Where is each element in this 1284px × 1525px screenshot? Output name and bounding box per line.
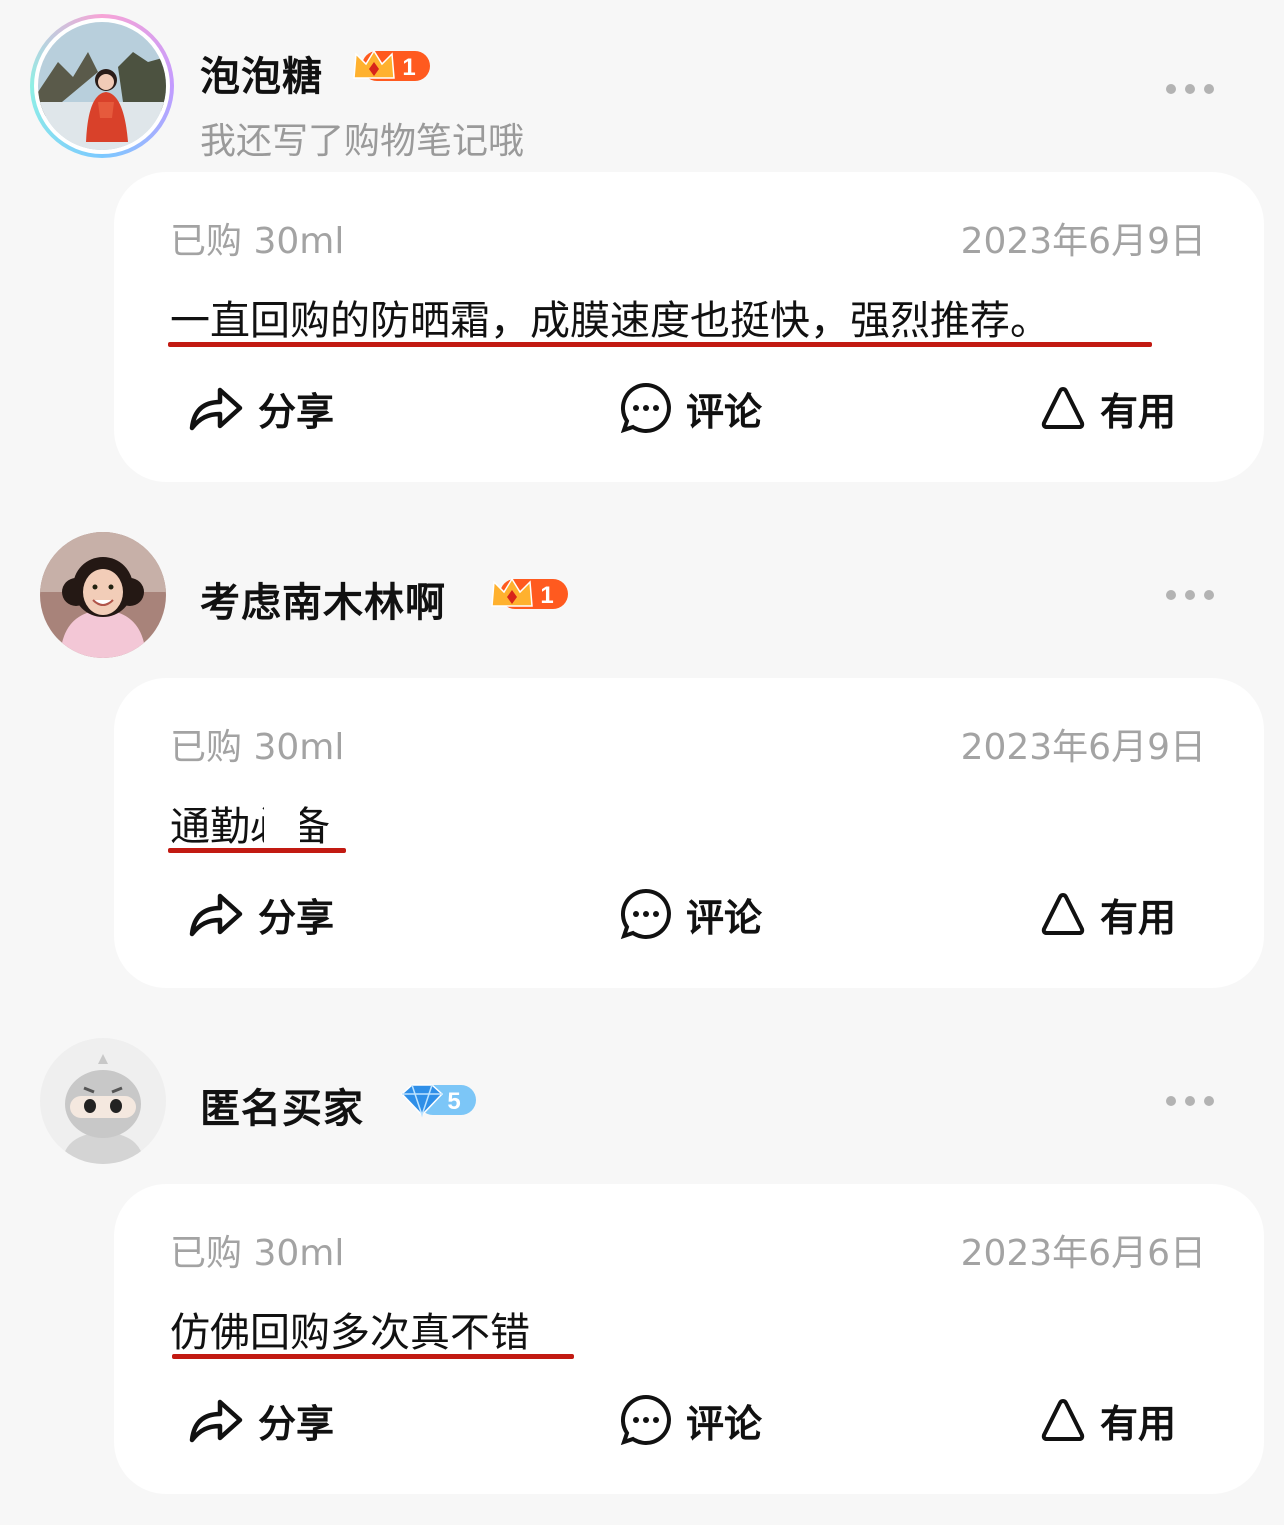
share-button[interactable]: 分享 (188, 1394, 334, 1446)
share-arrow-icon (189, 1399, 243, 1443)
diamond-level-badge: 5 (400, 1084, 476, 1118)
comment-bubble-icon (620, 1394, 671, 1446)
comment-button[interactable]: 评论 (620, 888, 762, 940)
comment-label: 评论 (686, 895, 763, 940)
badge-level: 1 (402, 54, 415, 81)
content-underline (168, 342, 1152, 347)
purchase-spec: 已购 30ml (170, 221, 345, 262)
redaction-mask (264, 796, 300, 848)
share-button[interactable]: 分享 (188, 382, 334, 434)
badge-level: 5 (447, 1088, 460, 1115)
purchase-spec: 已购 30ml (170, 1233, 345, 1274)
share-label: 分享 (258, 895, 335, 940)
username[interactable]: 泡泡糖 (200, 44, 323, 102)
share-button[interactable]: 分享 (188, 888, 334, 940)
username[interactable]: 匿名买家 (200, 1076, 364, 1134)
review-card: 已购 30ml 2023年6月9日 通勤必备 分享 评论 有用 (114, 678, 1264, 988)
more-icon[interactable] (1166, 590, 1214, 602)
more-icon[interactable] (1166, 84, 1214, 96)
comment-label: 评论 (686, 1401, 763, 1446)
content-underline (168, 848, 346, 853)
comment-bubble-icon (620, 888, 671, 940)
review-content[interactable]: 仿佛回购多次真不错 (170, 1300, 530, 1358)
triangle-useful-icon (1041, 893, 1085, 935)
comment-bubble-icon (620, 382, 671, 434)
review-content[interactable]: 通勤必备 (170, 794, 330, 852)
username[interactable]: 考虑南木林啊 (200, 570, 446, 628)
crown-level-badge: 1 (353, 49, 430, 81)
comment-label: 评论 (686, 389, 763, 434)
useful-button[interactable]: 有用 (1040, 1394, 1176, 1446)
more-icon[interactable] (1166, 1096, 1214, 1108)
avatar[interactable] (38, 22, 166, 150)
review-card: 已购 30ml 2023年6月9日 一直回购的防晒霜，成膜速度也挺快，强烈推荐。… (114, 172, 1264, 482)
crown-level-badge: 1 (491, 577, 568, 609)
badge-level: 1 (540, 582, 553, 609)
useful-label: 有用 (1100, 895, 1177, 940)
purchase-spec: 已购 30ml (170, 727, 345, 768)
share-arrow-icon (189, 893, 243, 937)
review-date: 2023年6月9日 (960, 221, 1206, 262)
review-content[interactable]: 一直回购的防晒霜，成膜速度也挺快，强烈推荐。 (170, 288, 1050, 346)
triangle-useful-icon (1041, 1399, 1085, 1441)
useful-label: 有用 (1100, 389, 1177, 434)
shopping-note-link[interactable]: 我还写了购物笔记哦 (200, 112, 524, 164)
content-underline (172, 1354, 574, 1359)
useful-label: 有用 (1100, 1401, 1177, 1446)
review-card: 已购 30ml 2023年6月6日 仿佛回购多次真不错 分享 评论 有用 (114, 1184, 1264, 1494)
triangle-useful-icon (1041, 387, 1085, 429)
share-arrow-icon (189, 387, 243, 431)
comment-button[interactable]: 评论 (620, 1394, 762, 1446)
useful-button[interactable]: 有用 (1040, 382, 1176, 434)
useful-button[interactable]: 有用 (1040, 888, 1176, 940)
review-date: 2023年6月6日 (960, 1233, 1206, 1274)
comment-button[interactable]: 评论 (620, 382, 762, 434)
share-label: 分享 (258, 389, 335, 434)
avatar[interactable] (40, 1038, 166, 1164)
avatar[interactable] (40, 532, 166, 658)
share-label: 分享 (258, 1401, 335, 1446)
review-date: 2023年6月9日 (960, 727, 1206, 768)
